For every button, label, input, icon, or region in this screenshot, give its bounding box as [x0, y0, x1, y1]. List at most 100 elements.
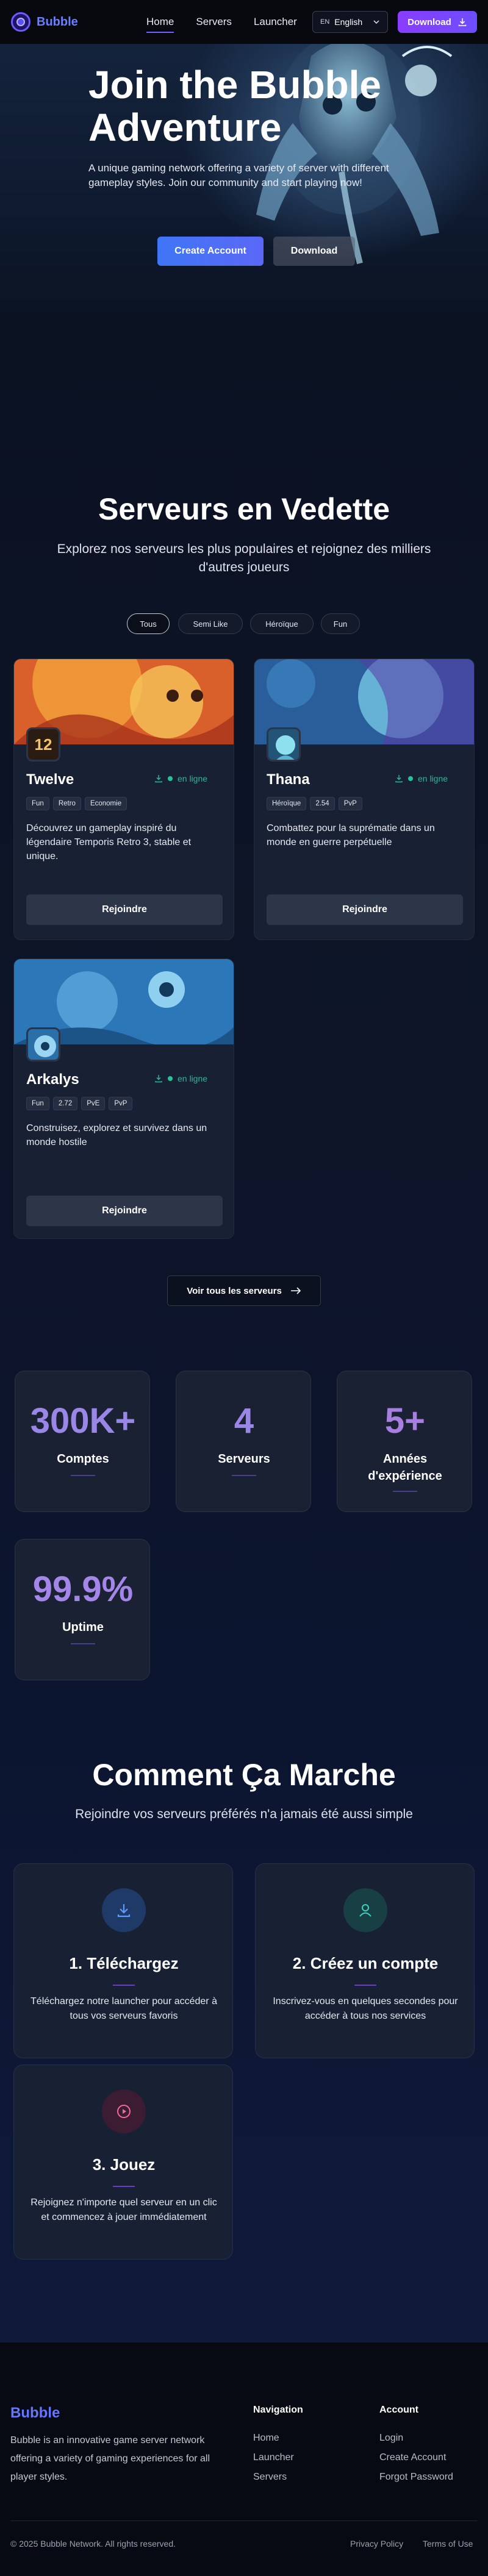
filter-heroique[interactable]: Héroïque: [250, 613, 314, 634]
server-tag: Economie: [84, 797, 127, 810]
server-tag: PvP: [109, 1097, 133, 1110]
nav-download-label: Download: [407, 16, 451, 27]
filter-all[interactable]: Tous: [127, 613, 170, 634]
download-small-icon: [395, 775, 403, 783]
footer-link-create-account[interactable]: Create Account: [379, 2452, 446, 2463]
footer-about: Bubble is an innovative game server netw…: [10, 2435, 210, 2482]
nav-download-button[interactable]: Download: [398, 11, 477, 33]
footer-privacy-link[interactable]: Privacy Policy: [350, 2539, 403, 2549]
server-status-label: en ligne: [178, 1074, 208, 1083]
language-label: English: [334, 17, 363, 27]
server-description: Découvrez un gameplay inspiré du légenda…: [26, 823, 192, 862]
view-all-label: Voir tous les serveurs: [187, 1285, 282, 1296]
featured-subtitle: Explorez nos serveurs les plus populaire…: [57, 542, 431, 574]
user-icon: [343, 1888, 387, 1932]
hero-download-button[interactable]: Download: [273, 237, 355, 266]
server-card-arkalys: Arkalys en ligne Fun 2.72 PvE PvP Constr…: [13, 958, 234, 1239]
step-text: Rejoignez n'importe quel serveur en un c…: [30, 2197, 217, 2222]
stat-label: Comptes: [57, 1452, 109, 1466]
footer-navigation-title: Navigation: [253, 2405, 303, 2415]
footer-terms-link[interactable]: Terms of Use: [423, 2539, 473, 2549]
language-select[interactable]: EN English: [312, 11, 388, 33]
online-dot-icon: [168, 776, 173, 781]
join-button[interactable]: Rejoindre: [267, 894, 463, 925]
stat-divider: [71, 1475, 95, 1476]
hero-title: Join the Bubble Adventure: [88, 63, 381, 149]
download-icon: [102, 1888, 146, 1932]
play-icon: [102, 2089, 146, 2133]
create-account-button[interactable]: Create Account: [157, 237, 264, 266]
nav-servers[interactable]: Servers: [185, 0, 243, 44]
main-menu: Home Servers Launcher: [135, 0, 308, 44]
server-tags: Fun Retro Economie: [26, 797, 127, 810]
step-text: Inscrivez-vous en quelques secondes pour…: [273, 1996, 458, 2021]
view-all-servers-button[interactable]: Voir tous les serveurs: [167, 1276, 321, 1306]
server-status-label: en ligne: [418, 774, 448, 783]
server-tags: Fun 2.72 PvE PvP: [26, 1097, 133, 1110]
chevron-down-icon: [373, 20, 379, 24]
footer-account-title: Account: [379, 2405, 418, 2415]
download-small-icon: [155, 1075, 162, 1083]
nav-home[interactable]: Home: [135, 0, 185, 44]
server-status: en ligne: [154, 774, 207, 783]
join-button[interactable]: Rejoindre: [26, 894, 223, 925]
how-subtitle: Rejoindre vos serveurs préférés n'a jama…: [75, 1807, 413, 1821]
footer-brand: Bubble: [10, 2405, 60, 2421]
filter-fun[interactable]: Fun: [321, 613, 360, 634]
step-card-play: 3. Jouez Rejoignez n'importe quel serveu…: [13, 2064, 233, 2260]
nav-launcher[interactable]: Launcher: [243, 0, 308, 44]
stat-value: 300K+: [30, 1401, 136, 1441]
language-code: EN: [320, 18, 330, 26]
server-name: Thana: [267, 771, 310, 788]
server-tag: Héroïque: [267, 797, 307, 810]
stat-value: 4: [234, 1401, 254, 1441]
step-divider: [113, 2186, 135, 2187]
step-text: Téléchargez notre launcher pour accéder …: [30, 1996, 217, 2021]
stat-value: 99.9%: [32, 1569, 134, 1609]
hero-section: Join the Bubble Adventure A unique gamin…: [0, 44, 488, 312]
join-button[interactable]: Rejoindre: [26, 1196, 223, 1226]
server-tag: 2.54: [310, 797, 335, 810]
server-description: Construisez, explorez et survivez dans u…: [26, 1123, 207, 1147]
footer-link-home[interactable]: Home: [253, 2433, 279, 2444]
arrow-right-icon: [290, 1287, 301, 1294]
stat-card-accounts: 300K+ Comptes: [15, 1371, 150, 1512]
stat-label: Années d'expérience: [368, 1452, 442, 1483]
stat-card-uptime: 99.9% Uptime: [15, 1539, 150, 1680]
bubble-logo-icon: [11, 12, 30, 32]
server-card-twelve: 12 Twelve en ligne Fun Retro Economie Dé…: [13, 658, 234, 940]
step-card-account: 2. Créez un compte Inscrivez-vous en que…: [255, 1863, 475, 2058]
server-tag: PvP: [338, 797, 362, 810]
how-title: Comment Ça Marche: [92, 1758, 396, 1792]
server-name: Arkalys: [26, 1071, 79, 1088]
server-icon: [26, 1027, 60, 1061]
server-tag: Retro: [52, 797, 81, 810]
step-divider: [113, 1985, 135, 1986]
stat-divider: [232, 1475, 256, 1476]
hero-text: A unique gaming network offering a varie…: [88, 162, 389, 188]
step-divider: [354, 1985, 376, 1986]
top-navbar: Bubble Home Servers Launcher EN English …: [0, 0, 488, 44]
server-tag: Fun: [26, 797, 49, 810]
footer-link-launcher[interactable]: Launcher: [253, 2452, 294, 2463]
footer-link-forgot-password[interactable]: Forgot Password: [379, 2472, 453, 2483]
server-icon: 12: [26, 727, 60, 762]
brand-name: Bubble: [37, 15, 78, 29]
online-dot-icon: [408, 776, 413, 781]
brand-logo[interactable]: Bubble: [11, 12, 78, 32]
featured-title: Serveurs en Vedette: [98, 492, 390, 526]
footer-copyright: © 2025 Bubble Network. All rights reserv…: [10, 2539, 176, 2549]
step-title: 2. Créez un compte: [292, 1954, 439, 1972]
server-tag: 2.72: [52, 1097, 78, 1110]
server-status-label: en ligne: [178, 774, 208, 783]
filter-semi-like[interactable]: Semi Like: [178, 613, 243, 634]
footer-link-servers[interactable]: Servers: [253, 2472, 287, 2483]
step-title: 3. Jouez: [92, 2155, 156, 2174]
server-status: en ligne: [154, 1074, 207, 1083]
download-small-icon: [155, 775, 162, 783]
footer-link-login[interactable]: Login: [379, 2433, 403, 2444]
stat-label: Uptime: [62, 1621, 104, 1634]
server-name: Twelve: [26, 771, 74, 788]
server-tag: Fun: [26, 1097, 49, 1110]
stat-divider: [71, 1643, 95, 1644]
